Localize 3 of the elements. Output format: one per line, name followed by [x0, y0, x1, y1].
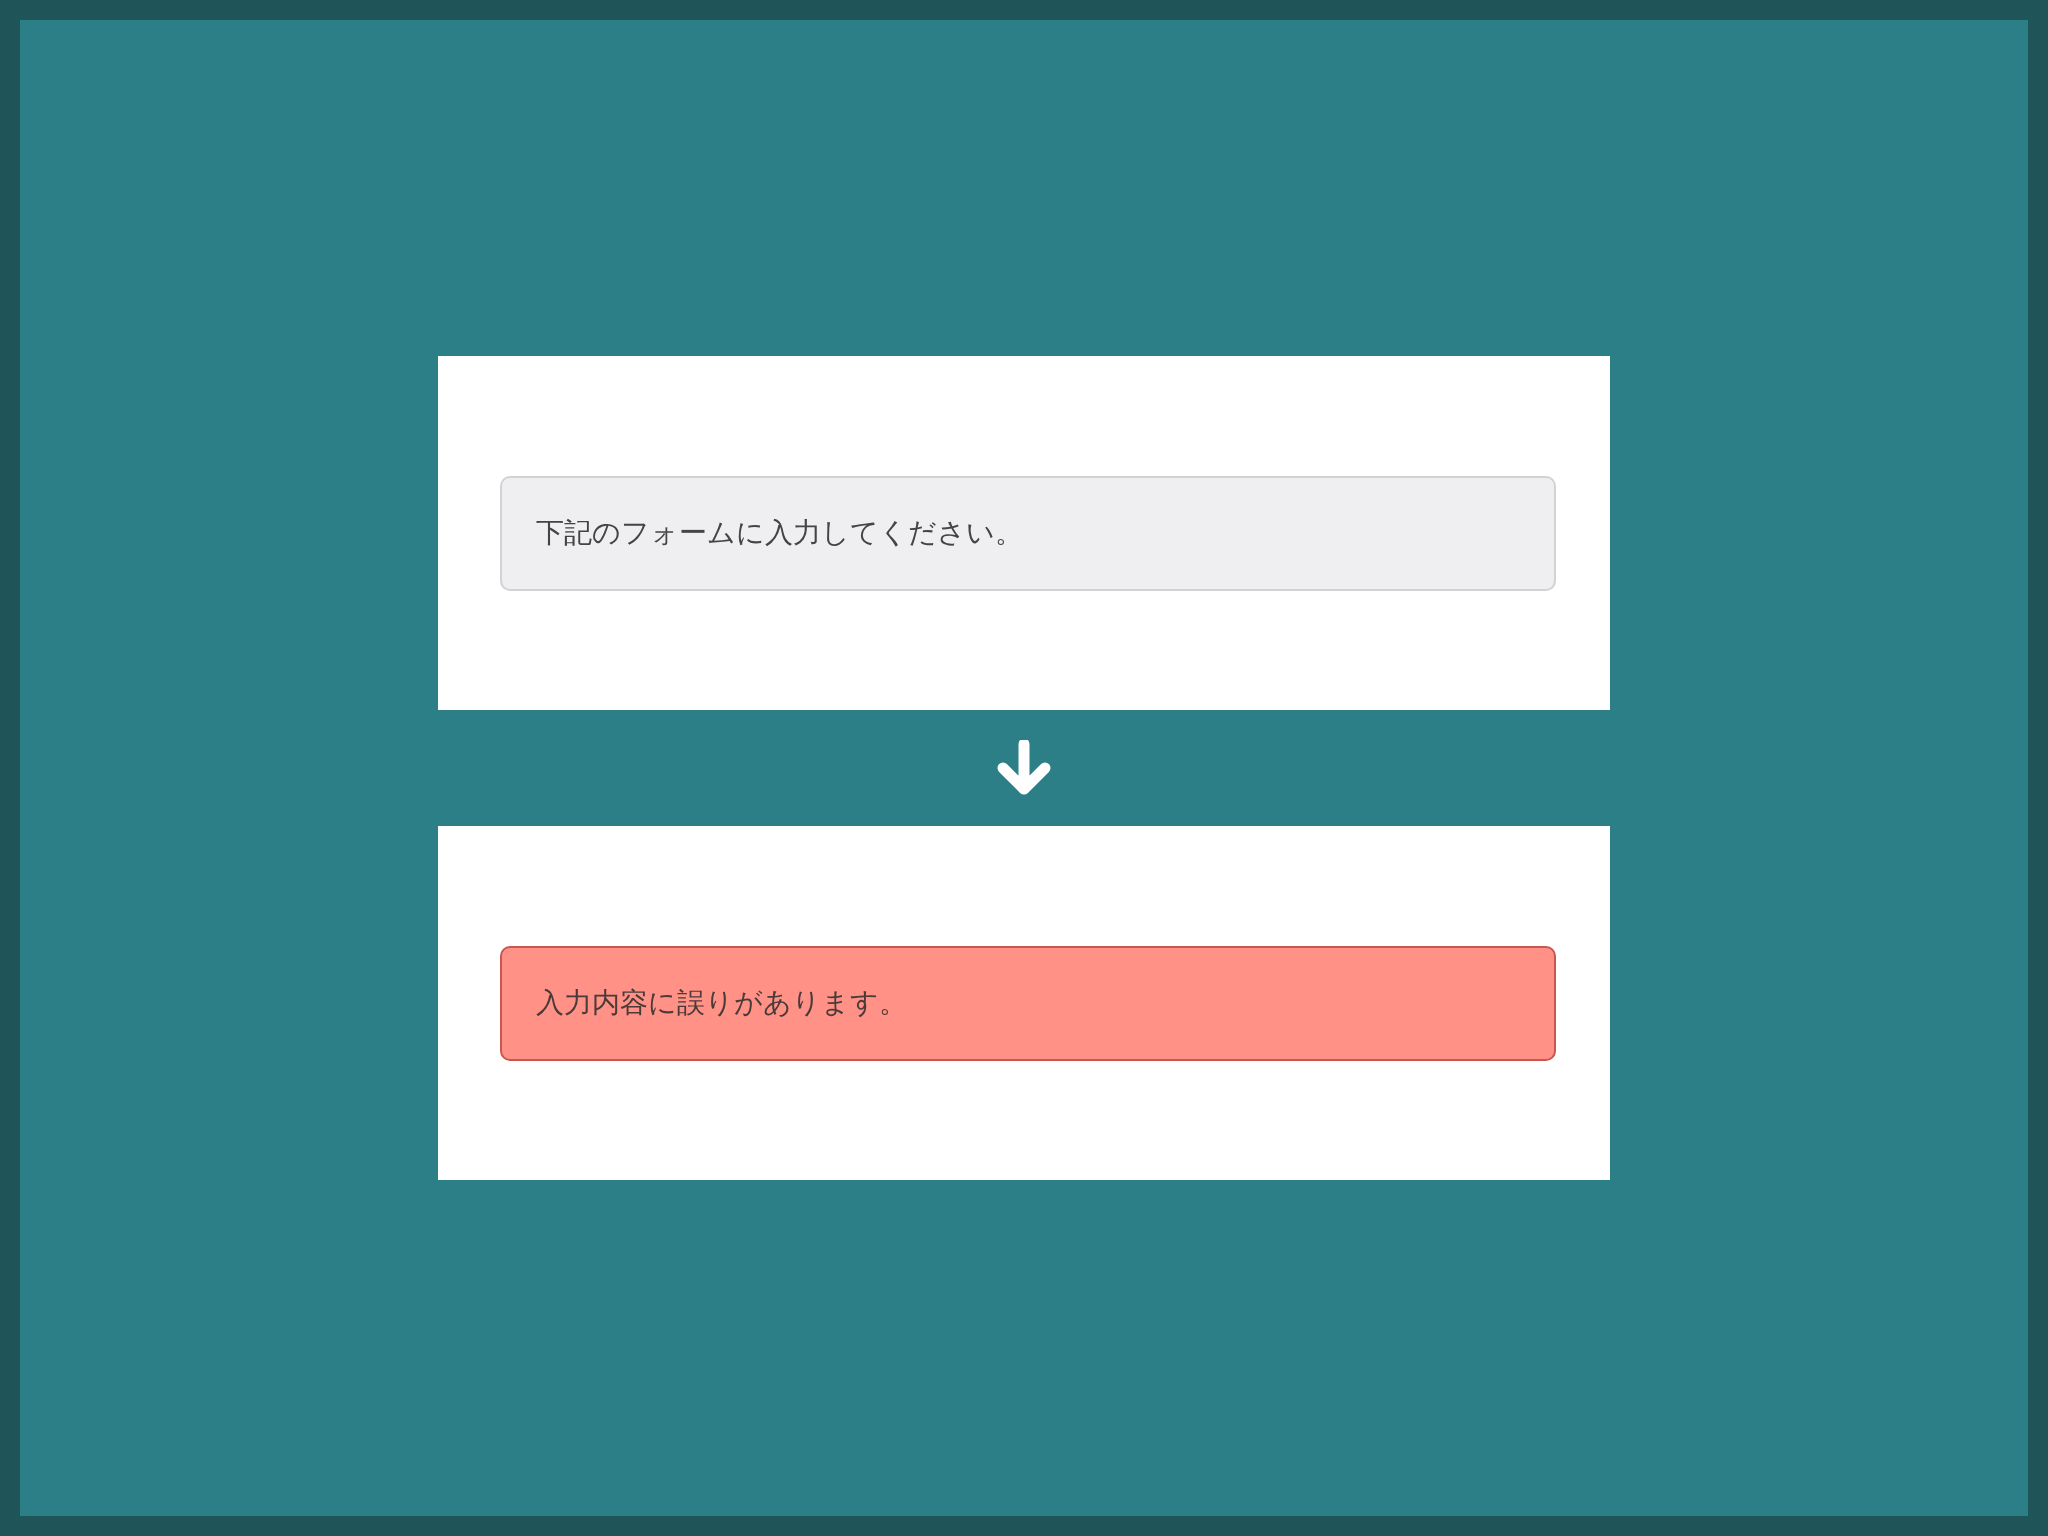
alert-message: 入力内容に誤りがあります。 — [500, 945, 1556, 1061]
alert-message: 下記のフォームに入力してください。 — [500, 475, 1556, 591]
down-arrow-icon — [995, 740, 1053, 796]
